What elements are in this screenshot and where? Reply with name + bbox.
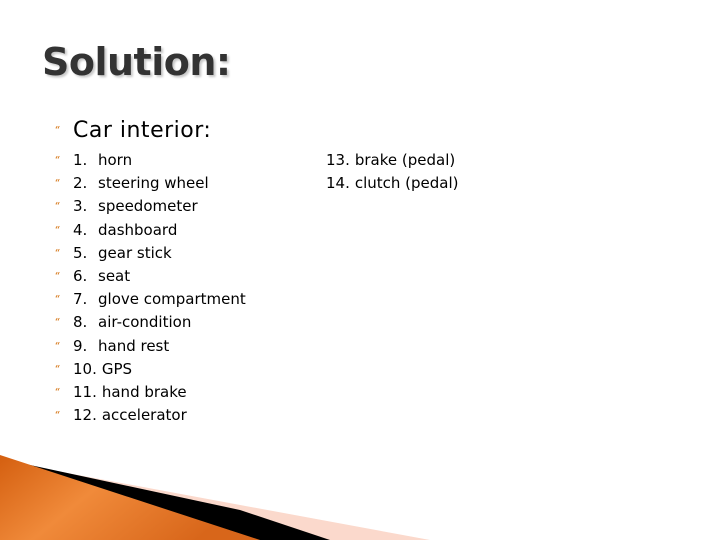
- list-item: 2. steering wheel: [73, 172, 209, 195]
- item-label: speedometer: [98, 197, 198, 216]
- item-label: air-condition: [98, 313, 192, 332]
- list-item: 13. brake (pedal): [326, 149, 455, 172]
- section-heading: Car interior:: [73, 118, 212, 143]
- item-label: GPS: [101, 359, 133, 378]
- list-item: 11. hand brake: [73, 381, 187, 404]
- item-number: 10.: [73, 359, 97, 378]
- bullet-icon: “: [55, 388, 61, 398]
- list-item: 14. clutch (pedal): [326, 172, 459, 195]
- orange-wedge: [0, 455, 260, 540]
- bullet-icon: “: [55, 295, 61, 306]
- item-number: 13.: [326, 151, 350, 169]
- list-item: 3. speedometer: [73, 195, 198, 218]
- list-item: 9. hand rest: [73, 335, 169, 358]
- item-number: 6.: [73, 267, 88, 285]
- item-number: 8.: [73, 313, 88, 332]
- bullet-icon: “: [55, 156, 61, 166]
- item-label: brake (pedal): [354, 151, 456, 169]
- bullet-icon: “: [55, 179, 61, 190]
- item-number: 11.: [73, 383, 97, 401]
- list-item: 12. accelerator: [73, 404, 187, 427]
- bullet-icon: “: [55, 202, 61, 213]
- bullet-icon: “: [55, 225, 61, 236]
- item-label: seat: [98, 267, 131, 285]
- bullet-icon: “: [55, 341, 61, 352]
- list-item: 7. glove compartment: [73, 288, 246, 311]
- item-number: 5.: [73, 243, 88, 262]
- item-number: 7.: [73, 290, 88, 309]
- item-label: horn: [98, 151, 133, 169]
- item-label: hand brake: [101, 383, 187, 401]
- item-label: hand rest: [98, 336, 170, 355]
- list-item: 6. seat: [73, 265, 130, 288]
- bullet-icon: “: [55, 272, 61, 282]
- item-label: accelerator: [101, 406, 187, 425]
- item-number: 2.: [73, 174, 88, 193]
- item-number: 12.: [73, 406, 97, 425]
- slide-title: Solution:: [42, 40, 231, 84]
- item-label: steering wheel: [98, 174, 209, 193]
- item-number: 4.: [73, 220, 88, 239]
- list-item: 5. gear stick: [73, 242, 172, 265]
- list-item: 1. horn: [73, 149, 132, 172]
- bullet-icon: “: [55, 318, 61, 329]
- item-label: dashboard: [98, 220, 178, 239]
- bullet-icon: “: [55, 364, 61, 375]
- item-number: 1.: [73, 151, 88, 169]
- bullet-icon: “: [55, 411, 61, 422]
- list-item: 10. GPS: [73, 358, 132, 381]
- item-label: glove compartment: [98, 290, 246, 309]
- item-label: gear stick: [98, 243, 172, 262]
- list-item: 4. dashboard: [73, 219, 177, 242]
- list-item: 8. air-condition: [73, 311, 191, 334]
- bullet-icon: “: [55, 126, 61, 136]
- item-label: clutch (pedal): [354, 174, 459, 193]
- item-number: 14.: [326, 174, 350, 193]
- bullet-icon: “: [55, 248, 61, 259]
- item-number: 3.: [73, 197, 88, 216]
- item-number: 9.: [73, 336, 88, 355]
